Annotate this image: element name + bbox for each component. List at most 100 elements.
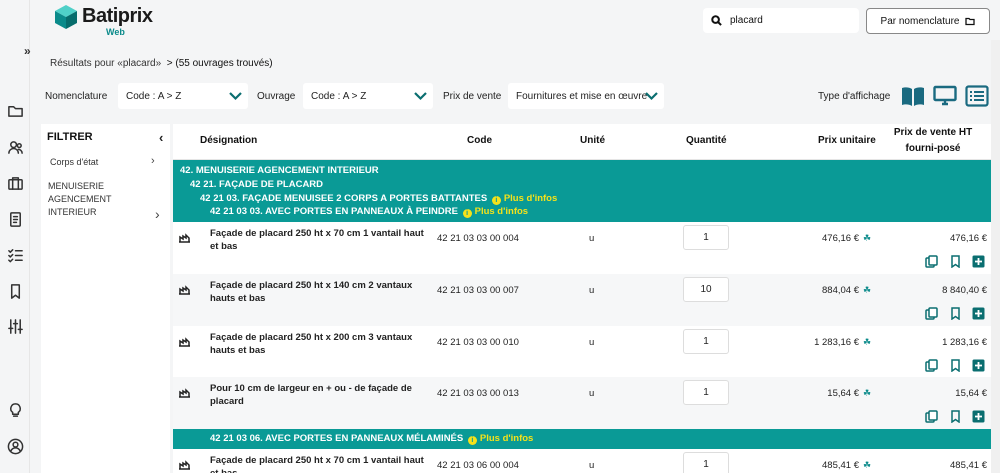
user-icon[interactable] xyxy=(6,437,24,455)
ouvrage-icon xyxy=(178,385,191,398)
search-input[interactable]: placard xyxy=(703,8,859,33)
lightbulb-icon[interactable] xyxy=(6,401,24,419)
group-header: 42 21 03 06. AVEC PORTES EN PANNEAUX MÉL… xyxy=(173,429,991,449)
price-detail-icon[interactable]: ☘ xyxy=(863,233,871,244)
ouvrage-sort-label: Ouvrage xyxy=(257,91,296,102)
info-icon: i xyxy=(467,436,477,445)
add-icon[interactable] xyxy=(972,359,985,372)
row-actions xyxy=(925,359,987,373)
row-unit: u xyxy=(589,233,595,244)
quantity-input[interactable]: 1 xyxy=(683,329,729,354)
row-code: 42 21 03 03 00 007 xyxy=(437,285,519,296)
header-prix-unitaire[interactable]: Prix unitaire xyxy=(818,133,876,149)
table-row[interactable]: Façade de placard 250 ht x 70 cm 1 vanta… xyxy=(173,222,991,274)
add-icon[interactable] xyxy=(972,410,985,423)
row-designation[interactable]: Façade de placard 250 ht x 70 cm 1 vanta… xyxy=(210,454,425,473)
group-level-3[interactable]: 42 21 03. FAÇADE MENUISEE 2 CORPS A PORT… xyxy=(200,193,557,205)
bookmark-icon[interactable] xyxy=(6,282,24,300)
row-actions xyxy=(925,307,987,321)
group-level-2[interactable]: 42 21. FAÇADE DE PLACARD xyxy=(190,179,323,191)
table-header: Désignation Code Unité Quantité Prix uni… xyxy=(173,124,991,160)
checklist-icon[interactable] xyxy=(6,246,24,264)
more-info-link[interactable]: i Plus d'infos xyxy=(461,206,528,218)
row-unit: u xyxy=(589,388,595,399)
row-unit-price: 15,64 € xyxy=(827,388,859,399)
quantity-input[interactable]: 1 xyxy=(683,225,729,250)
results-table: Désignation Code Unité Quantité Prix uni… xyxy=(173,124,991,473)
row-designation[interactable]: Pour 10 cm de largeur en + ou - de façad… xyxy=(210,382,425,408)
document-icon[interactable] xyxy=(6,210,24,228)
prix-vente-value: Fournitures et mise en œuvre xyxy=(516,90,648,102)
group-level-1[interactable]: 42. MENUISERIE AGENCEMENT INTERIEUR xyxy=(180,165,379,177)
prix-vente-select[interactable]: Fournitures et mise en œuvre xyxy=(508,83,664,109)
nomenclature-button[interactable]: Par nomenclature xyxy=(866,8,990,34)
header-code[interactable]: Code xyxy=(467,133,492,149)
more-info-link[interactable]: i Plus d'infos xyxy=(466,433,533,445)
app-name: Batiprix xyxy=(82,5,153,27)
search-icon xyxy=(711,15,722,26)
nomenclature-sort-value: Code : A > Z xyxy=(126,90,182,102)
header-quantite[interactable]: Quantité xyxy=(686,133,727,149)
list-view-icon[interactable] xyxy=(965,85,989,107)
bookmark-icon[interactable] xyxy=(949,255,962,269)
row-designation[interactable]: Façade de placard 250 ht x 70 cm 1 vanta… xyxy=(210,227,425,253)
sliders-icon[interactable] xyxy=(6,317,24,335)
price-detail-icon[interactable]: ☘ xyxy=(863,388,871,399)
batiprix-logo[interactable]: Batiprix Web xyxy=(54,2,164,38)
quantity-input[interactable]: 1 xyxy=(683,452,729,473)
folder-icon[interactable] xyxy=(6,101,24,119)
table-row[interactable]: Façade de placard 250 ht x 70 cm 1 vanta… xyxy=(173,449,991,473)
bookmark-icon[interactable] xyxy=(949,410,962,424)
info-icon: i xyxy=(462,209,472,218)
nomenclature-sort-select[interactable]: Code : A > Z xyxy=(118,83,248,109)
logo-cube-icon xyxy=(55,5,77,29)
row-sale-price: 8 840,40 € xyxy=(942,285,987,296)
add-icon[interactable] xyxy=(972,255,985,268)
row-code: 42 21 03 03 00 010 xyxy=(437,337,519,348)
display-type-label: Type d'affichage xyxy=(818,91,891,102)
table-row[interactable]: Pour 10 cm de largeur en + ou - de façad… xyxy=(173,377,991,429)
more-info-link[interactable]: i Plus d'infos xyxy=(490,193,557,205)
chevron-right-icon[interactable]: › xyxy=(155,206,160,222)
filter-collapse-icon[interactable]: ‹ xyxy=(159,130,163,145)
row-designation[interactable]: Façade de placard 250 ht x 140 cm 2 vant… xyxy=(210,279,425,305)
filter-corps-etat[interactable]: Corps d'état xyxy=(50,156,98,169)
results-query[interactable]: Résultats pour «placard» xyxy=(50,58,161,69)
briefcase-icon[interactable] xyxy=(6,174,24,192)
row-designation[interactable]: Façade de placard 250 ht x 200 cm 3 vant… xyxy=(210,331,425,357)
bookmark-icon[interactable] xyxy=(949,307,962,321)
monitor-view-icon[interactable] xyxy=(933,85,957,107)
filter-panel: FILTRER ‹ Corps d'état › MENUISERIE AGEN… xyxy=(41,124,170,473)
chevron-down-icon xyxy=(645,92,658,101)
row-code: 42 21 03 03 00 013 xyxy=(437,388,519,399)
copy-icon[interactable] xyxy=(925,307,938,320)
price-detail-icon[interactable]: ☘ xyxy=(863,460,871,471)
row-unit: u xyxy=(589,337,595,348)
expand-sidebar-icon[interactable]: » xyxy=(24,44,31,58)
price-detail-icon[interactable]: ☘ xyxy=(863,337,871,348)
prix-vente-label: Prix de vente xyxy=(443,91,502,102)
quantity-input[interactable]: 1 xyxy=(683,380,729,405)
users-icon[interactable] xyxy=(6,138,24,156)
scrollbar[interactable] xyxy=(991,40,1000,473)
header-designation[interactable]: Désignation xyxy=(200,133,257,149)
chevron-right-icon[interactable]: › xyxy=(151,155,155,167)
price-detail-icon[interactable]: ☘ xyxy=(863,285,871,296)
book-view-icon[interactable] xyxy=(901,85,925,107)
group-level-4[interactable]: 42 21 03 03. AVEC PORTES EN PANNEAUX À P… xyxy=(210,206,528,218)
copy-icon[interactable] xyxy=(925,359,938,372)
table-row[interactable]: Façade de placard 250 ht x 200 cm 3 vant… xyxy=(173,326,991,377)
header-prix-vente[interactable]: Prix de vente HT fourni-posé xyxy=(878,125,988,157)
copy-icon[interactable] xyxy=(925,410,938,423)
copy-icon[interactable] xyxy=(925,255,938,268)
filter-menuiserie[interactable]: MENUISERIE AGENCEMENT INTERIEUR xyxy=(48,180,138,219)
ouvrage-sort-select[interactable]: Code : A > Z xyxy=(303,83,433,109)
add-icon[interactable] xyxy=(972,307,985,320)
table-row[interactable]: Façade de placard 250 ht x 140 cm 2 vant… xyxy=(173,274,991,326)
bookmark-icon[interactable] xyxy=(949,359,962,373)
group-level-4[interactable]: 42 21 03 06. AVEC PORTES EN PANNEAUX MÉL… xyxy=(210,433,533,445)
quantity-input[interactable]: 10 xyxy=(683,277,729,302)
search-value: placard xyxy=(730,15,763,26)
row-code: 42 21 03 03 00 004 xyxy=(437,233,519,244)
header-unite[interactable]: Unité xyxy=(580,133,605,149)
